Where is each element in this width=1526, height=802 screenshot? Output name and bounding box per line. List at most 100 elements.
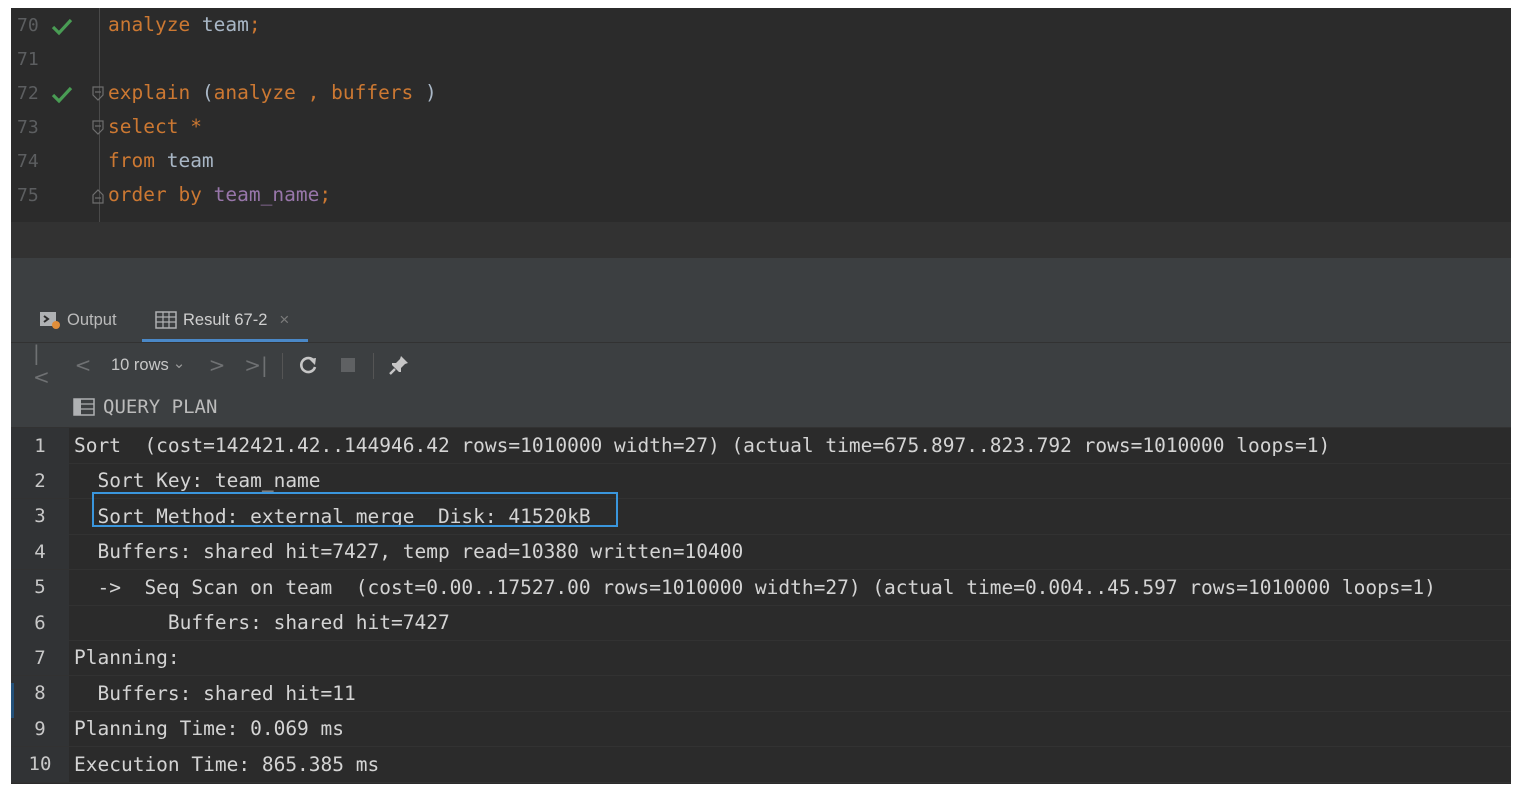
grid-corner[interactable] <box>11 387 69 427</box>
row-number[interactable]: 9 <box>11 711 69 747</box>
editor-line[interactable]: 73 select * <box>11 112 1511 146</box>
editor-line[interactable]: 72 explain (analyze , buffers ) <box>11 78 1511 112</box>
chevron-down-icon: ⌄ <box>172 355 186 372</box>
column-icon <box>73 398 95 416</box>
tab-output-label: Output <box>67 310 117 329</box>
query-plan-cell[interactable]: -> Seq Scan on team (cost=0.00..17527.00… <box>74 570 1435 605</box>
code-token: , <box>307 81 320 104</box>
rows-select[interactable]: 10 rows ⌄ <box>111 353 185 377</box>
row-selection-marker <box>11 683 14 718</box>
row-number[interactable]: 5 <box>11 569 69 605</box>
code-token: buffers <box>331 81 414 104</box>
prev-page-icon[interactable]: < <box>73 353 93 377</box>
editor-line[interactable]: 75 order by team_name; <box>11 180 1511 214</box>
table-row[interactable]: 8 Buffers: shared hit=11 <box>11 675 1511 712</box>
table-row[interactable]: 7 Planning: <box>11 640 1511 677</box>
line-number: 73 <box>17 117 39 138</box>
code-token: ; <box>319 183 332 206</box>
code-token: team <box>190 13 249 36</box>
code-token: select <box>108 115 179 138</box>
code-token: ; <box>248 13 261 36</box>
stop-icon[interactable] <box>340 357 356 373</box>
next-page-icon[interactable]: > <box>207 353 227 377</box>
ide-window: 70 analyze team; 71 72 explain (analyze … <box>11 8 1511 784</box>
editor-line[interactable]: 71 <box>11 44 1511 78</box>
column-header-label: QUERY PLAN <box>103 396 218 418</box>
line-number: 72 <box>17 83 39 104</box>
row-number[interactable]: 7 <box>11 640 69 676</box>
table-row[interactable]: 4 Buffers: shared hit=7427, temp read=10… <box>11 534 1511 571</box>
pin-icon[interactable] <box>388 354 410 376</box>
table-icon <box>155 311 177 329</box>
code-token: analyze <box>213 81 296 104</box>
row-number[interactable]: 10 <box>11 746 69 782</box>
query-plan-cell[interactable]: Sort Method: external merge Disk: 41520k… <box>74 499 590 534</box>
line-number: 74 <box>17 151 39 172</box>
row-number[interactable]: 2 <box>11 463 69 499</box>
table-row[interactable]: 10 Execution Time: 865.385 ms <box>11 746 1511 783</box>
result-toolbar: |< < 10 rows ⌄ > >| <box>11 341 1511 389</box>
fold-start-icon[interactable] <box>92 119 104 137</box>
table-row[interactable]: 6 Buffers: shared hit=7427 <box>11 605 1511 641</box>
row-number[interactable]: 1 <box>11 428 69 463</box>
code-token: order by <box>108 183 202 206</box>
result-grid: QUERY PLAN 1 Sort (cost=142421.42..144946… <box>11 387 1511 784</box>
row-number[interactable]: 8 <box>11 675 69 711</box>
code-token: team <box>154 149 214 172</box>
line-number: 70 <box>17 15 39 36</box>
toolbar-separator <box>282 353 283 379</box>
close-icon[interactable]: × <box>279 310 289 330</box>
query-plan-cell[interactable]: Buffers: shared hit=7427 <box>74 605 450 640</box>
editor-line[interactable]: 70 analyze team; <box>11 10 1511 44</box>
query-plan-cell[interactable]: Execution Time: 865.385 ms <box>74 747 379 782</box>
query-plan-cell[interactable]: Planning Time: 0.069 ms <box>74 711 344 746</box>
code-text: analyze team; <box>108 13 261 36</box>
query-plan-cell[interactable]: Sort Key: team_name <box>74 463 320 498</box>
console-icon <box>40 312 60 329</box>
row-number[interactable]: 3 <box>11 498 69 534</box>
code-text: select * <box>108 115 202 138</box>
table-row[interactable]: 3 Sort Method: external merge Disk: 4152… <box>11 498 1511 535</box>
refresh-icon[interactable] <box>297 354 319 376</box>
fold-end-icon[interactable] <box>92 187 104 205</box>
result-tabs: Output Result 67-2 × <box>11 298 1511 343</box>
active-tab-indicator <box>142 339 308 342</box>
code-token: * <box>190 115 202 138</box>
sql-editor[interactable]: 70 analyze team; 71 72 explain (analyze … <box>11 8 1511 222</box>
toolbar-separator <box>373 353 374 379</box>
code-token: analyze <box>108 13 191 36</box>
line-number: 71 <box>17 49 39 70</box>
line-number: 75 <box>17 185 39 206</box>
code-token: team_name <box>213 183 320 206</box>
tab-result[interactable]: Result 67-2 × <box>155 298 289 342</box>
query-plan-cell[interactable]: Sort (cost=142421.42..144946.42 rows=101… <box>74 428 1330 463</box>
query-plan-cell[interactable]: Buffers: shared hit=11 <box>74 676 355 711</box>
row-number[interactable]: 4 <box>11 534 69 570</box>
fold-start-icon[interactable] <box>92 85 104 103</box>
table-row[interactable]: 9 Planning Time: 0.069 ms <box>11 711 1511 748</box>
rows-select-label: 10 rows <box>111 355 169 374</box>
tab-output[interactable]: Output <box>39 298 117 342</box>
code-text: from team <box>108 149 214 172</box>
first-page-icon[interactable]: |< <box>33 341 53 389</box>
editor-line[interactable]: 74 from team <box>11 146 1511 180</box>
editor-empty-area[interactable] <box>11 222 1511 258</box>
code-token: ( <box>190 81 214 104</box>
last-page-icon[interactable]: >| <box>244 353 268 377</box>
check-icon <box>51 86 73 104</box>
table-row[interactable]: 5 -> Seq Scan on team (cost=0.00..17527.… <box>11 569 1511 606</box>
code-text: order by team_name; <box>108 183 331 206</box>
query-plan-cell[interactable]: Planning: <box>74 640 180 675</box>
check-icon <box>51 18 73 36</box>
column-header-query-plan[interactable]: QUERY PLAN <box>73 387 217 427</box>
code-token: explain <box>108 81 191 104</box>
row-number[interactable]: 6 <box>11 605 69 640</box>
query-plan-cell[interactable]: Buffers: shared hit=7427, temp read=1038… <box>74 534 743 569</box>
table-row[interactable]: 2 Sort Key: team_name <box>11 463 1511 500</box>
grid-header: QUERY PLAN <box>11 387 1511 428</box>
panel-splitter[interactable] <box>11 258 1511 298</box>
table-row[interactable]: 1 Sort (cost=142421.42..144946.42 rows=10… <box>11 428 1511 464</box>
